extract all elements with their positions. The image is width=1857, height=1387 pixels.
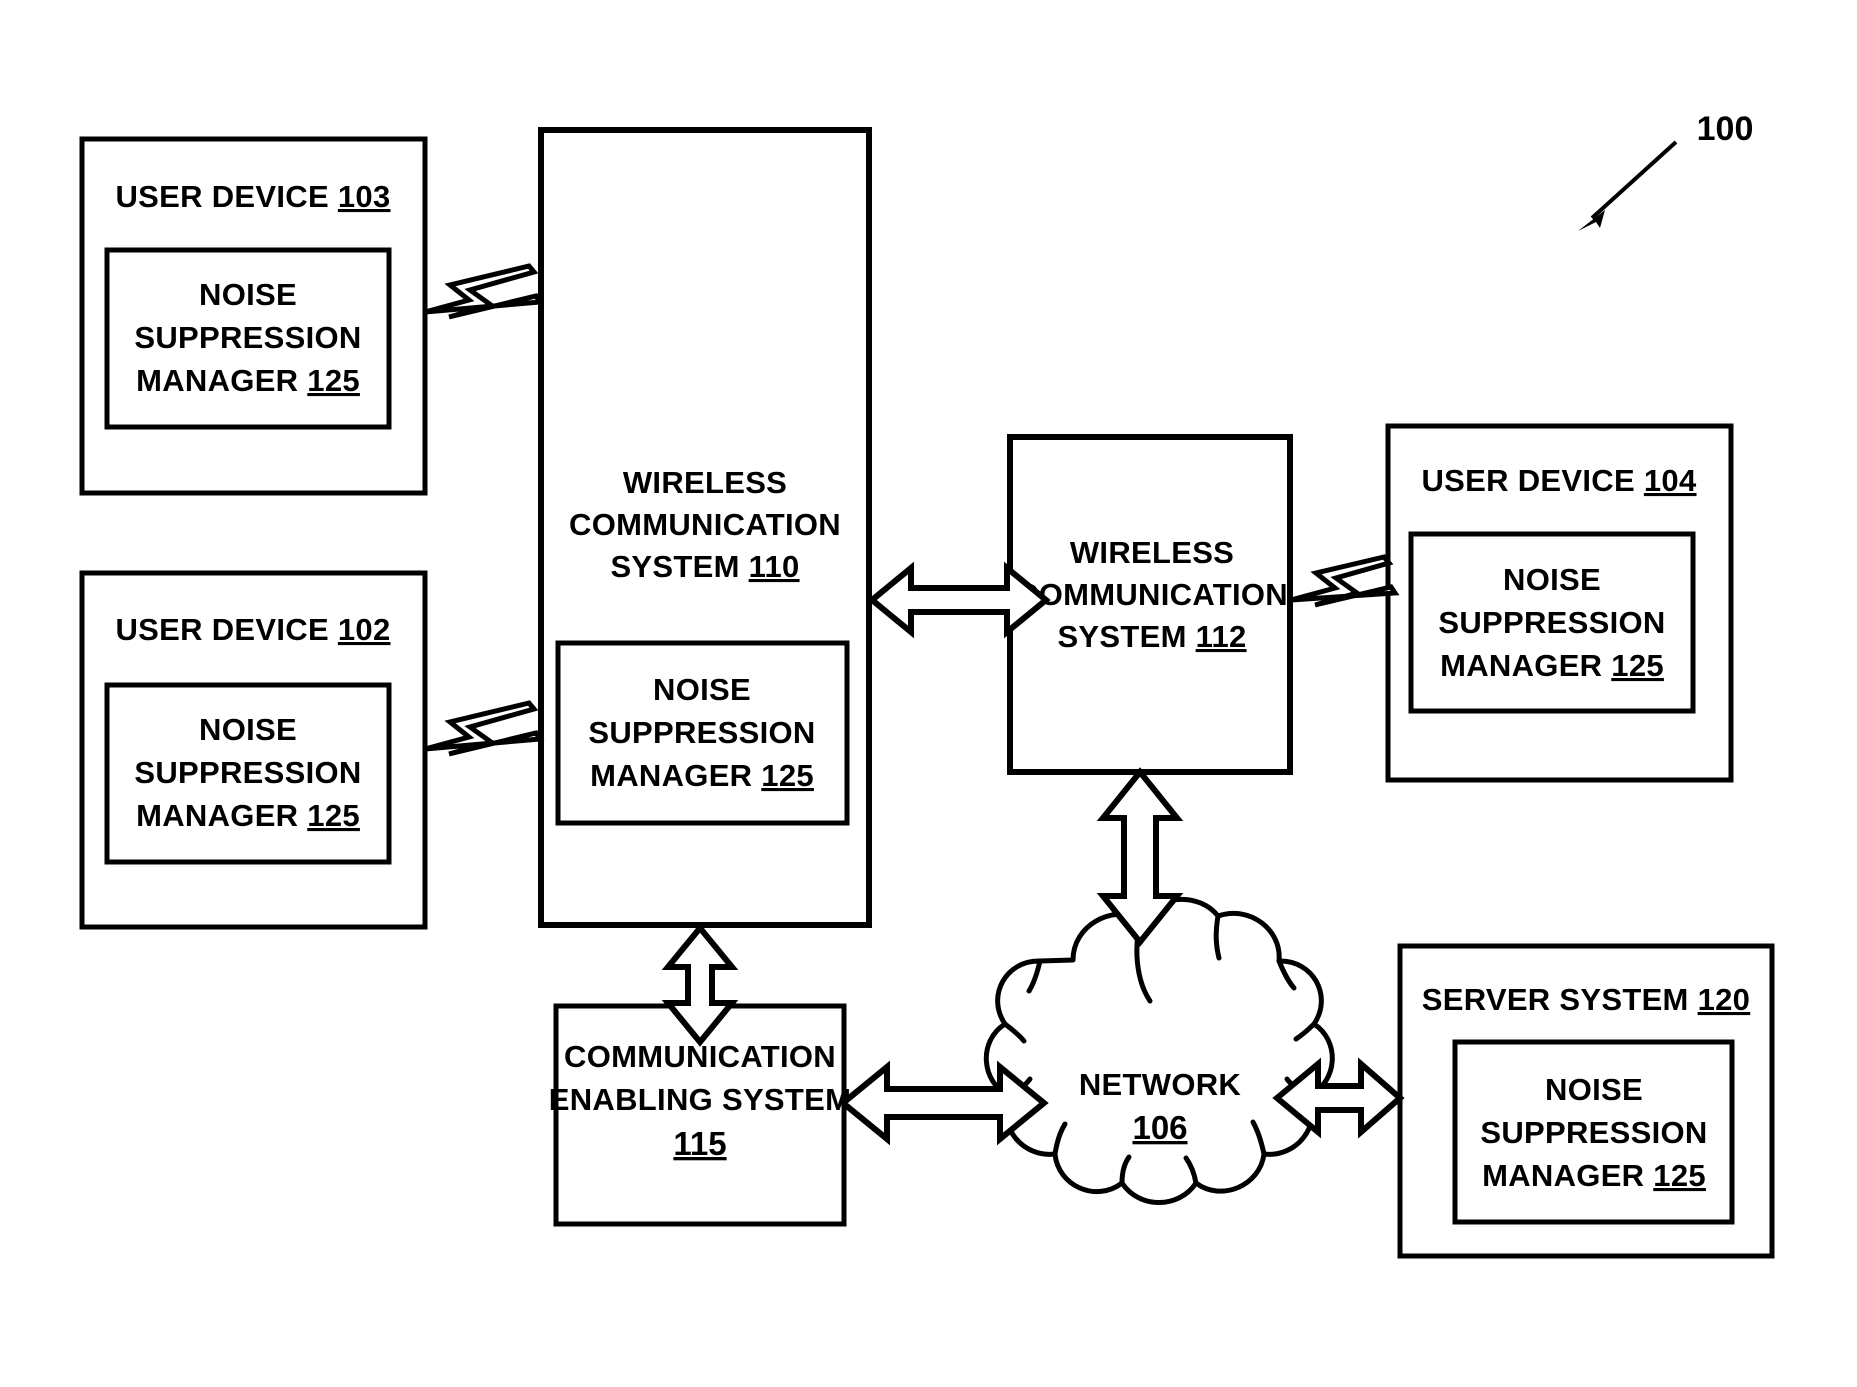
ces-115-line2: ENABLING SYSTEM bbox=[549, 1082, 851, 1117]
wcs-110-line1: WIRELESS bbox=[623, 465, 787, 500]
nsm-line1: NOISE bbox=[199, 277, 297, 312]
nsm-line3: MANAGER 125 bbox=[1482, 1158, 1706, 1193]
node-user-device-103: USER DEVICE 103 NOISE SUPPRESSION MANAGE… bbox=[79, 136, 428, 496]
connector-bolt-102-to-110 bbox=[424, 700, 545, 757]
cloud-stub-2 bbox=[1213, 913, 1222, 961]
figure-number: 100 bbox=[1697, 110, 1754, 148]
connector-arrow-110-to-112 bbox=[867, 561, 1051, 639]
connector-arrow-115-to-106 bbox=[838, 1060, 1049, 1146]
patent-figure-100: USER DEVICE 103 NOISE SUPPRESSION MANAGE… bbox=[0, 0, 1857, 1387]
network-106-ref: 106 bbox=[1132, 1109, 1187, 1146]
node-wireless-communication-system-110: WIRELESS COMMUNICATION SYSTEM 110 NOISE … bbox=[538, 127, 872, 928]
leader-line bbox=[1590, 140, 1678, 220]
node-wireless-communication-system-112: WIRELESS COMMUNICATION SYSTEM 112 bbox=[1007, 434, 1293, 775]
nsm-line2: SUPPRESSION bbox=[134, 755, 361, 790]
wcs-110-line2: COMMUNICATION bbox=[569, 507, 841, 542]
connector-bolt-112-to-104 bbox=[1290, 554, 1400, 608]
nsm-line2: SUPPRESSION bbox=[1438, 605, 1665, 640]
connector-bolt-103-to-110 bbox=[424, 263, 545, 320]
nsm-line3: MANAGER 125 bbox=[590, 758, 814, 793]
nsm-line1: NOISE bbox=[653, 672, 751, 707]
nsm-line1: NOISE bbox=[1545, 1072, 1643, 1107]
nsm-line2: SUPPRESSION bbox=[588, 715, 815, 750]
leader-arrowhead bbox=[1578, 210, 1605, 231]
node-user-device-104: USER DEVICE 104 NOISE SUPPRESSION MANAGE… bbox=[1385, 423, 1734, 783]
wcs-112-line3: SYSTEM 112 bbox=[1057, 619, 1246, 654]
user-device-103-title: USER DEVICE 103 bbox=[115, 179, 390, 214]
network-cloud-shape bbox=[983, 896, 1335, 1205]
wcs-112-line1: WIRELESS bbox=[1070, 535, 1234, 570]
node-server-system-120: SERVER SYSTEM 120 NOISE SUPPRESSION MANA… bbox=[1397, 943, 1775, 1259]
node-user-device-102: USER DEVICE 102 NOISE SUPPRESSION MANAGE… bbox=[79, 570, 428, 930]
nsm-line3: MANAGER 125 bbox=[136, 363, 360, 398]
user-device-104-title: USER DEVICE 104 bbox=[1421, 463, 1696, 498]
wcs-112-line2: COMMUNICATION bbox=[1016, 577, 1288, 612]
nsm-line2: SUPPRESSION bbox=[1480, 1115, 1707, 1150]
nsm-line1: NOISE bbox=[1503, 562, 1601, 597]
ces-115-ref: 115 bbox=[673, 1125, 726, 1162]
nsm-line3: MANAGER 125 bbox=[136, 798, 360, 833]
figure-number-leader bbox=[1578, 140, 1678, 231]
nsm-line3: MANAGER 125 bbox=[1440, 648, 1664, 683]
user-device-102-title: USER DEVICE 102 bbox=[115, 612, 390, 647]
nsm-line1: NOISE bbox=[199, 712, 297, 747]
node-network-106: NETWORK 106 bbox=[983, 896, 1335, 1205]
network-106-line1: NETWORK bbox=[1079, 1067, 1242, 1102]
server-system-120-title: SERVER SYSTEM 120 bbox=[1422, 982, 1750, 1017]
wcs-110-line3: SYSTEM 110 bbox=[610, 549, 799, 584]
nsm-line2: SUPPRESSION bbox=[134, 320, 361, 355]
